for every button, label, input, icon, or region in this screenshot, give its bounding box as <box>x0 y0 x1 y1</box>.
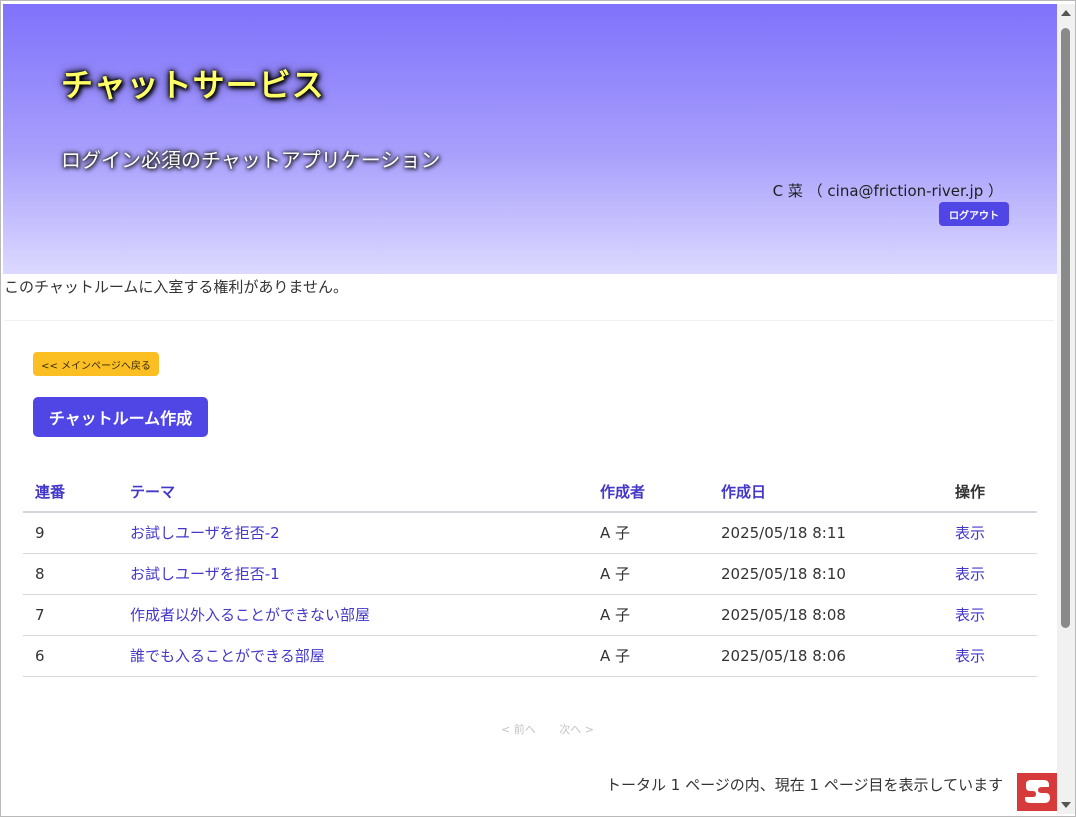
back-to-main-button[interactable]: << メインページへ戻る <box>33 352 159 376</box>
view-room-link[interactable]: 表示 <box>955 606 985 624</box>
room-theme-link[interactable]: 作成者以外入ることができない部屋 <box>130 606 370 624</box>
column-header-theme[interactable]: テーマ <box>118 471 588 513</box>
table-row: 9 お試しユーザを拒否-2 A 子 2025/05/18 8:11 表示 <box>23 512 1037 554</box>
table-header-row: 連番 テーマ 作成者 作成日 操作 <box>23 471 1037 513</box>
cell-date: 2025/05/18 8:06 <box>709 635 943 677</box>
cell-date: 2025/05/18 8:08 <box>709 594 943 636</box>
divider <box>4 320 1054 321</box>
cell-author: A 子 <box>588 553 709 595</box>
cell-author: A 子 <box>588 512 709 554</box>
cell-number: 8 <box>23 553 118 595</box>
room-theme-link[interactable]: お試しユーザを拒否-2 <box>130 524 280 542</box>
access-denied-notice: このチャットルームに入室する権利がありません。 <box>4 278 348 296</box>
vertical-scrollbar[interactable] <box>1057 4 1075 814</box>
room-theme-link[interactable]: お試しユーザを拒否-1 <box>130 565 280 583</box>
browser-window: チャットサービス ログイン必須のチャットアプリケーション C 菜 （ cina@… <box>0 0 1076 817</box>
cell-action: 表示 <box>943 635 1037 677</box>
cell-theme: お試しユーザを拒否-1 <box>118 553 588 595</box>
cell-number: 9 <box>23 512 118 554</box>
column-header-date[interactable]: 作成日 <box>709 471 943 513</box>
chatroom-table: 連番 テーマ 作成者 作成日 操作 9 お試しユーザを拒否-2 A 子 2025… <box>23 471 1037 677</box>
site-subtitle: ログイン必須のチャットアプリケーション <box>61 148 441 172</box>
page-total-text: トータル 1 ページの内、現在 1 ページ目を表示しています <box>606 776 1004 794</box>
cell-date: 2025/05/18 8:10 <box>709 553 943 595</box>
cell-action: 表示 <box>943 512 1037 554</box>
view-room-link[interactable]: 表示 <box>955 524 985 542</box>
cell-theme: お試しユーザを拒否-2 <box>118 512 588 554</box>
cell-author: A 子 <box>588 635 709 677</box>
view-room-link[interactable]: 表示 <box>955 565 985 583</box>
cell-number: 6 <box>23 635 118 677</box>
cell-theme: 誰でも入ることができる部屋 <box>118 635 588 677</box>
user-info: C 菜 （ cina@friction-river.jp ） <box>772 182 1003 200</box>
site-header: チャットサービス ログイン必須のチャットアプリケーション C 菜 （ cina@… <box>3 4 1057 274</box>
view-room-link[interactable]: 表示 <box>955 647 985 665</box>
next-page-link[interactable]: 次へ > <box>559 723 594 736</box>
cell-theme: 作成者以外入ることができない部屋 <box>118 594 588 636</box>
column-header-author[interactable]: 作成者 <box>588 471 709 513</box>
cell-action: 表示 <box>943 594 1037 636</box>
scroll-up-icon[interactable] <box>1061 10 1071 16</box>
table-row: 7 作成者以外入ることができない部屋 A 子 2025/05/18 8:08 表… <box>23 594 1037 636</box>
cell-action: 表示 <box>943 553 1037 595</box>
table-row: 8 お試しユーザを拒否-1 A 子 2025/05/18 8:10 表示 <box>23 553 1037 595</box>
column-header-action: 操作 <box>943 471 1037 513</box>
cell-author: A 子 <box>588 594 709 636</box>
room-theme-link[interactable]: 誰でも入ることができる部屋 <box>130 647 325 665</box>
chat-widget-icon[interactable] <box>1017 773 1057 811</box>
pagination: < 前へ 次へ > <box>501 721 614 737</box>
scroll-down-icon[interactable] <box>1061 802 1071 808</box>
cell-date: 2025/05/18 8:11 <box>709 512 943 554</box>
logout-button[interactable]: ログアウト <box>939 202 1009 226</box>
chat-widget-glyph <box>1025 780 1050 803</box>
column-header-number[interactable]: 連番 <box>23 471 118 513</box>
table-row: 6 誰でも入ることができる部屋 A 子 2025/05/18 8:06 表示 <box>23 635 1037 677</box>
create-chatroom-button[interactable]: チャットルーム作成 <box>33 397 208 437</box>
scroll-thumb[interactable] <box>1061 28 1070 628</box>
prev-page-link[interactable]: < 前へ <box>501 723 536 736</box>
cell-number: 7 <box>23 594 118 636</box>
site-title: チャットサービス <box>61 66 325 104</box>
